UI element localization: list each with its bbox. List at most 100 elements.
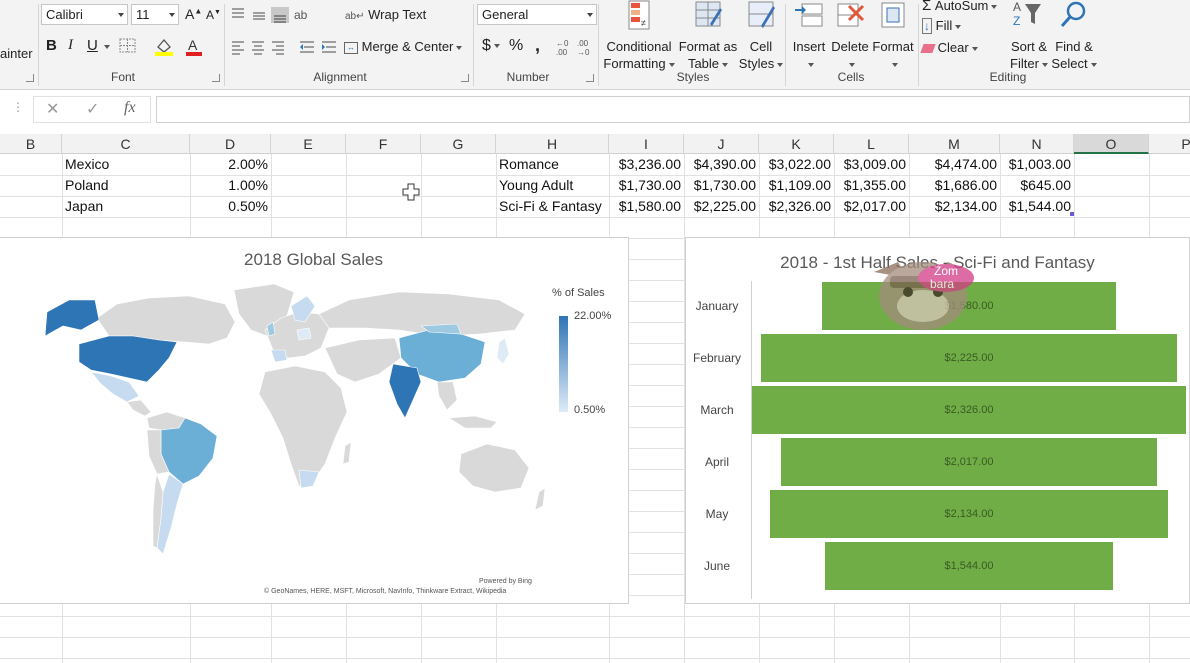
autosum-button[interactable]: Σ AutoSum [922,0,998,14]
bar-chart[interactable]: 2018 - 1st Half Sales - Sci-Fi and Fanta… [685,237,1190,604]
column-header-m[interactable]: M [909,134,1000,154]
column-header-i[interactable]: I [609,134,684,154]
column-header-j[interactable]: J [684,134,759,154]
decimal-icons[interactable]: ←0 .00 .00 →0 [555,37,597,57]
grow-font-icon[interactable]: A▲ [185,6,202,22]
fill-color-icon[interactable] [154,37,174,57]
percent-button[interactable]: % [509,37,523,55]
cell-value[interactable]: $645.00 [1000,175,1074,196]
underline-icon[interactable]: U [87,37,98,54]
cell-value[interactable]: $1,003.00 [1000,154,1074,175]
cell-value[interactable]: $4,474.00 [909,154,1000,175]
drag-handle-icon[interactable]: ⋮ [12,100,24,114]
category-label: June [703,559,731,573]
wrap-text-button[interactable]: ab↵ Wrap Text [345,7,426,22]
cell-value[interactable]: $2,326.00 [759,196,834,217]
font-launcher-icon[interactable] [212,74,220,82]
cell-value[interactable]: $3,236.00 [609,154,684,175]
column-header-f[interactable]: F [346,134,421,154]
cell-country[interactable]: Japan [62,196,190,217]
format-as-table-label-2: Table [687,56,720,71]
insert-function-icon[interactable]: fx [124,99,136,117]
font-name-combo[interactable]: Calibri [41,4,128,25]
styles-group-label: Styles [676,70,710,84]
column-header-k[interactable]: K [759,134,834,154]
cell-value[interactable]: $1,355.00 [834,175,909,196]
find-select-button[interactable]: Find & Select [1050,0,1098,72]
enter-icon[interactable]: ✓ [86,99,99,119]
column-header-n[interactable]: N [1000,134,1074,154]
column-header-h[interactable]: H [496,134,609,154]
cell-percent[interactable]: 0.50% [190,196,271,217]
cell-value[interactable]: $1,730.00 [609,175,684,196]
cancel-icon[interactable]: ✕ [46,99,59,119]
shrink-font-icon[interactable]: A▼ [206,8,221,22]
cell-value[interactable]: $2,225.00 [684,196,759,217]
cell-value[interactable]: $4,390.00 [684,154,759,175]
comma-button[interactable]: , [535,35,540,56]
cell-value[interactable]: $2,017.00 [834,196,909,217]
clear-button[interactable]: Clear [920,40,978,55]
format-button[interactable]: Format [870,0,916,72]
vertical-align-icons[interactable]: ab [230,6,310,24]
format-as-table-icon [695,1,722,27]
insert-button[interactable]: Insert [788,0,830,72]
map-chart[interactable]: 2018 Global Sales % of Sales 22.00% 0.50… [0,237,629,604]
conditional-formatting-button[interactable]: ≠ Conditional Formatting [600,0,678,72]
cell-value[interactable]: $3,009.00 [834,154,909,175]
column-header-d[interactable]: D [190,134,271,154]
column-header-c[interactable]: C [62,134,190,154]
column-header-l[interactable]: L [834,134,909,154]
cell-value[interactable]: $2,134.00 [909,196,1000,217]
currency-label: $ [482,37,491,54]
column-header-e[interactable]: E [271,134,346,154]
font-size-combo[interactable]: 11 [131,4,179,25]
italic-icon[interactable]: I [68,37,73,54]
clipboard-launcher-icon[interactable] [26,74,34,82]
currency-button[interactable]: $ [482,37,500,55]
format-painter-label[interactable]: ainter [0,46,33,61]
font-color-icon[interactable]: A [185,37,203,57]
horizontal-align-icons[interactable] [230,39,338,55]
cell-genre[interactable]: Sci-Fi & Fantasy [496,196,609,217]
number-launcher-icon[interactable] [586,74,594,82]
bar-june[interactable]: $1,544.00 [824,542,1114,590]
delete-button[interactable]: Delete [828,0,872,72]
column-header-b[interactable]: B [0,134,62,154]
cell-percent[interactable]: 2.00% [190,154,271,175]
borders-icon[interactable] [119,38,137,54]
alignment-launcher-icon[interactable] [461,74,469,82]
format-as-table-button[interactable]: Format as Table [677,0,739,72]
worksheet-grid[interactable]: B C D E F G H I J K L M N O P Mexico 2.0… [0,134,1190,663]
column-header-p[interactable]: P [1149,134,1190,154]
column-header-o[interactable]: O [1074,134,1149,154]
fill-handle[interactable] [1070,212,1074,216]
cell-country[interactable]: Poland [62,175,190,196]
bar-april[interactable]: $2,017.00 [780,438,1158,486]
chevron-down-icon[interactable] [104,45,110,49]
category-label: May [705,507,729,521]
chevron-down-icon [587,13,593,17]
column-header-g[interactable]: G [421,134,496,154]
merge-center-button[interactable]: ↔ Merge & Center [344,39,463,54]
cell-styles-button[interactable]: Cell Styles [738,0,784,72]
cell-value[interactable]: $1,580.00 [609,196,684,217]
bar-march[interactable]: $2,326.00 [752,386,1186,434]
fill-button[interactable]: ↓ Fill [922,18,962,34]
cell-country[interactable]: Mexico [62,154,190,175]
number-format-combo[interactable]: General [477,4,597,25]
bar-february[interactable]: $2,225.00 [761,334,1177,382]
formula-input[interactable] [156,96,1190,123]
cell-value[interactable]: $3,022.00 [759,154,834,175]
sort-filter-button[interactable]: A Z Sort & Filter [1005,0,1053,72]
bold-icon[interactable]: B [46,37,57,54]
cell-value[interactable]: $1,109.00 [759,175,834,196]
cell-genre[interactable]: Romance [496,154,609,175]
sigma-icon: Σ [922,0,932,14]
cell-value[interactable]: $1,544.00 [1000,196,1074,217]
cell-percent[interactable]: 1.00% [190,175,271,196]
bar-may[interactable]: $2,134.00 [769,490,1169,538]
cell-value[interactable]: $1,686.00 [909,175,1000,196]
cell-genre[interactable]: Young Adult [496,175,609,196]
cell-value[interactable]: $1,730.00 [684,175,759,196]
